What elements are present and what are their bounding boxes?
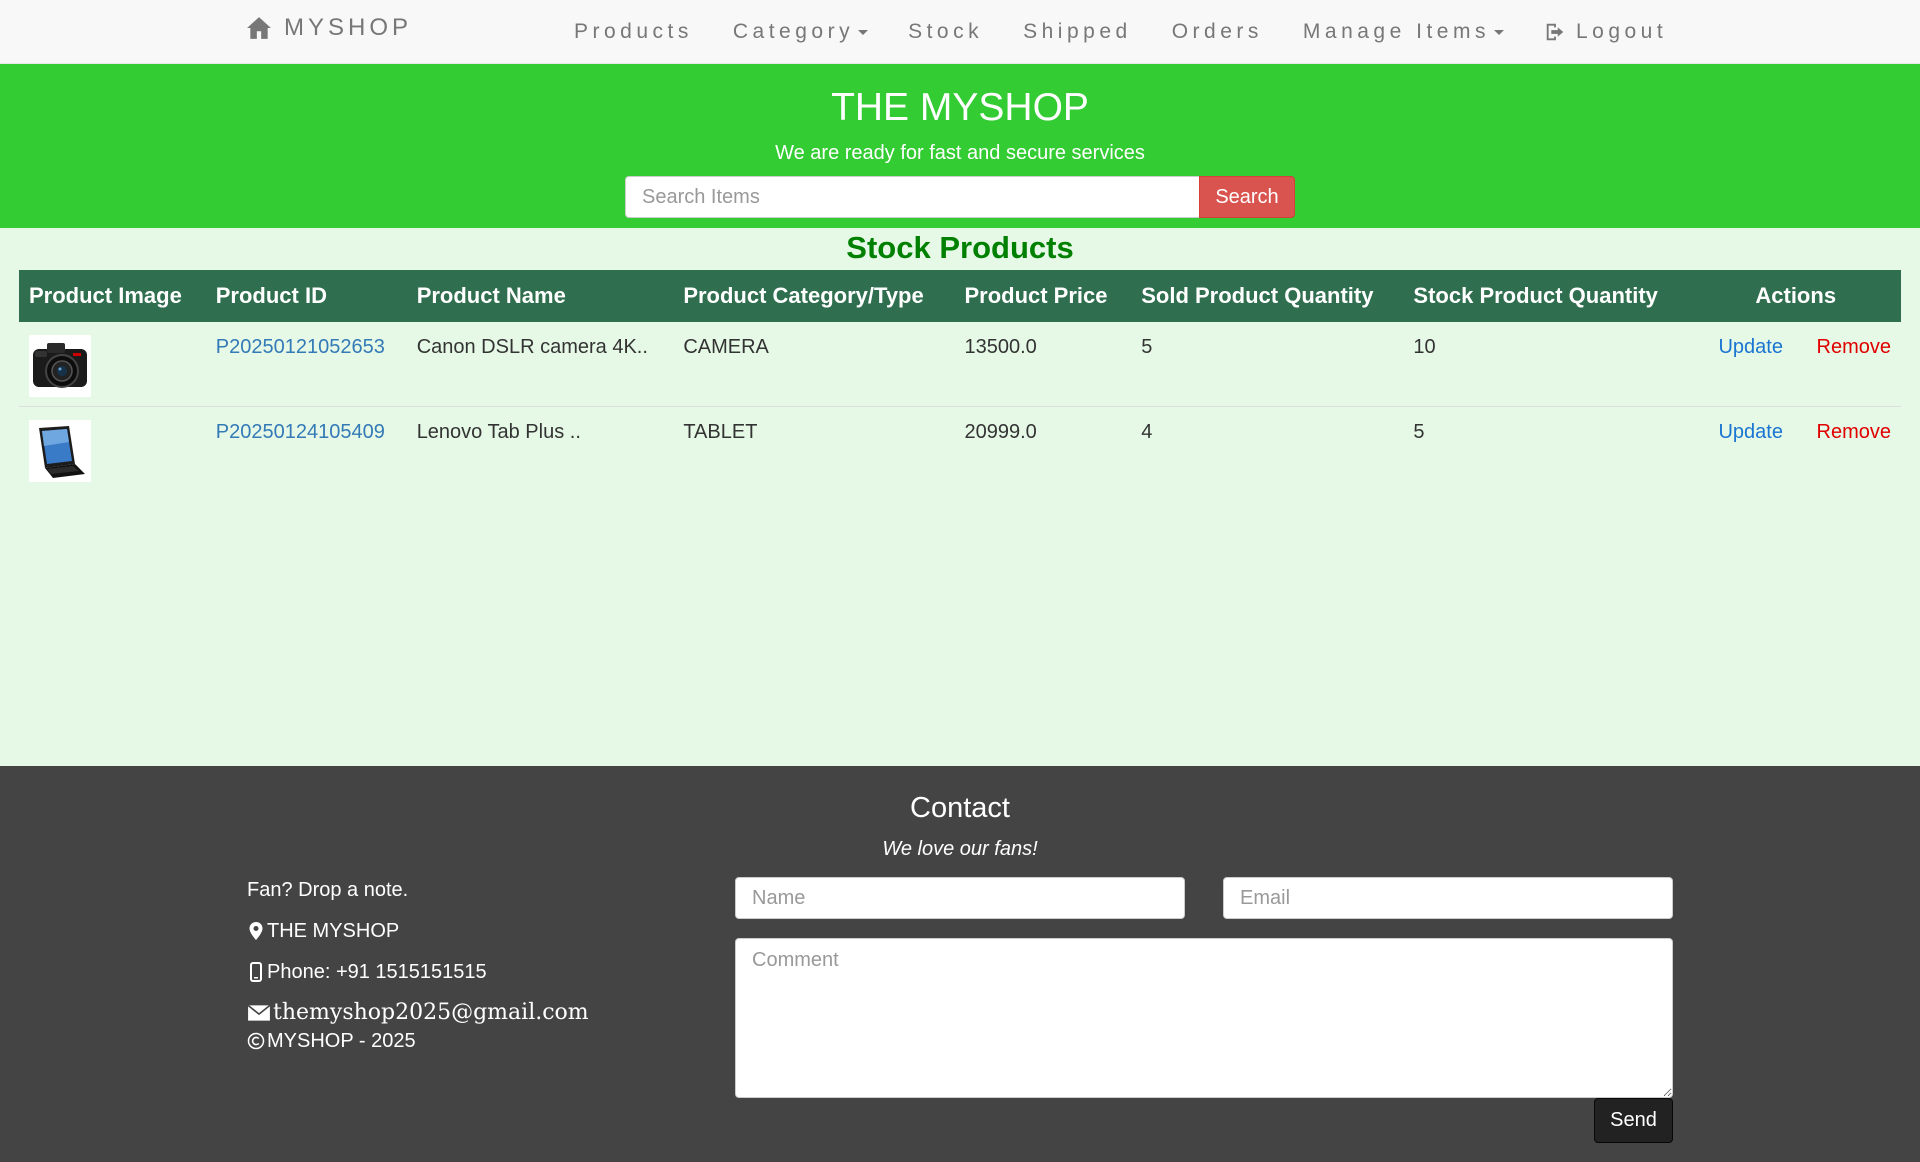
update-link[interactable]: Update: [1718, 336, 1783, 358]
search-bar: Search: [625, 176, 1295, 218]
column-header: Product Image: [19, 270, 206, 322]
nav-item-logout[interactable]: Logout: [1524, 0, 1687, 64]
contact-address-text: THE MYSHOP: [267, 920, 400, 942]
site-tagline: We are ready for fast and secure service…: [775, 142, 1145, 164]
contact-email-text: themyshop2025@gmail.com: [273, 1000, 589, 1025]
nav-label-shipped: Shipped: [1023, 20, 1132, 43]
contact-info: Fan? Drop a note. THE MYSHOP Phone: +91 …: [247, 878, 589, 1053]
contact-note-text: Fan? Drop a note.: [247, 879, 409, 901]
nav-item-shipped[interactable]: Shipped: [1003, 0, 1152, 64]
nav-item-products[interactable]: Products: [554, 0, 713, 64]
nav-item-category[interactable]: Category: [713, 0, 888, 64]
nav-item-manage-items[interactable]: Manage Items: [1283, 0, 1524, 64]
contact-phone: Phone: +91 1515151515: [247, 960, 589, 984]
nav-label-orders: Orders: [1171, 20, 1263, 43]
column-header: Product Price: [954, 270, 1132, 322]
stock-quantity-cell: 5: [1403, 405, 1691, 490]
column-header: Product Name: [406, 270, 674, 322]
product-name-cell: Canon DSLR camera 4K..: [416, 336, 648, 358]
product-image-cell: [19, 322, 206, 406]
navbar: MYSHOP Products Category Stock Shipped O…: [0, 0, 1920, 64]
footer: Contact We love our fans! Fan? Drop a no…: [0, 766, 1920, 1162]
product-id-cell: P20250121052653: [206, 322, 407, 406]
product-category-cell: CAMERA: [683, 336, 769, 358]
stock-table: Product Image Product ID Product Name Pr…: [19, 270, 1901, 490]
contact-title: Contact: [910, 792, 1010, 824]
nav-label-products: Products: [574, 20, 693, 43]
actions-cell: Update Remove: [1690, 405, 1901, 490]
stock-quantity-cell: 10: [1413, 336, 1436, 358]
contact-phone-text: Phone: +91 1515151515: [267, 961, 487, 983]
product-category-cell: TABLET: [673, 405, 955, 490]
search-input[interactable]: [625, 176, 1199, 218]
nav-label-category: Category: [732, 20, 855, 43]
logout-icon: [1546, 23, 1564, 41]
contact-email: themyshop2025@gmail.com: [247, 1001, 589, 1025]
contact-address: THE MYSHOP: [247, 919, 589, 943]
sold-quantity-cell: 4: [1131, 405, 1404, 490]
column-header: Product Category/Type: [673, 270, 955, 322]
remove-link[interactable]: Remove: [1817, 336, 1891, 358]
column-header: Stock Product Quantity: [1403, 270, 1691, 322]
envelope-icon: [247, 1004, 271, 1021]
send-button[interactable]: Send: [1594, 1098, 1673, 1143]
product-id-cell: P20250124105409: [205, 405, 407, 490]
nav-item-orders[interactable]: Orders: [1152, 0, 1283, 64]
product-id-link[interactable]: P20250124105409: [216, 421, 385, 443]
caret-down-icon: [858, 29, 869, 35]
home-icon: [247, 17, 271, 39]
email-field[interactable]: [1223, 877, 1673, 919]
update-link[interactable]: Update: [1718, 421, 1783, 443]
table-header-row: Product Image Product ID Product Name Pr…: [19, 270, 1901, 322]
phone-icon: [250, 962, 262, 982]
remove-link[interactable]: Remove: [1817, 421, 1891, 443]
actions-cell: Update Remove: [1690, 322, 1901, 406]
product-image-cell: [19, 405, 206, 490]
tablet-image: [29, 419, 91, 482]
contact-note: Fan? Drop a note.: [247, 878, 589, 902]
copyright: MYSHOP - 2025: [247, 1029, 589, 1053]
nav-label-logout: Logout: [1575, 20, 1668, 43]
copyright-text: MYSHOP - 2025: [267, 1030, 416, 1052]
nav-item-stock[interactable]: Stock: [888, 0, 1003, 64]
page-title: Stock Products: [846, 230, 1074, 265]
product-name-cell: Lenovo Tab Plus ..: [406, 405, 674, 490]
table-row: P20250124105409 Lenovo Tab Plus .. TABLE…: [19, 405, 1901, 490]
copyright-icon: [247, 1032, 265, 1050]
contact-subtitle: We love our fans!: [882, 838, 1038, 860]
camera-image: [29, 335, 91, 397]
column-header: Actions: [1690, 270, 1901, 322]
comment-field[interactable]: [735, 938, 1673, 1098]
name-field[interactable]: [735, 877, 1185, 919]
column-header: Product ID: [205, 270, 407, 322]
map-marker-icon: [249, 922, 263, 940]
caret-down-icon: [1493, 29, 1504, 35]
product-price-cell: 13500.0: [964, 336, 1037, 358]
site-title: THE MYSHOP: [831, 86, 1089, 129]
nav-menu: Products Category Stock Shipped Orders M…: [554, 0, 1687, 64]
nav-label-stock: Stock: [908, 20, 984, 43]
brand-label: MYSHOP: [284, 14, 413, 41]
table-row: P20250121052653 Canon DSLR camera 4K.. C…: [19, 322, 1901, 406]
search-button[interactable]: Search: [1199, 176, 1295, 218]
hero-header: THE MYSHOP We are ready for fast and sec…: [0, 64, 1920, 228]
nav-label-manage-items: Manage Items: [1302, 20, 1490, 43]
sold-quantity-cell: 5: [1141, 336, 1153, 358]
brand-link[interactable]: MYSHOP: [246, 14, 412, 42]
product-id-link[interactable]: P20250121052653: [216, 336, 385, 358]
product-price-cell: 20999.0: [954, 405, 1132, 490]
column-header: Sold Product Quantity: [1131, 270, 1404, 322]
